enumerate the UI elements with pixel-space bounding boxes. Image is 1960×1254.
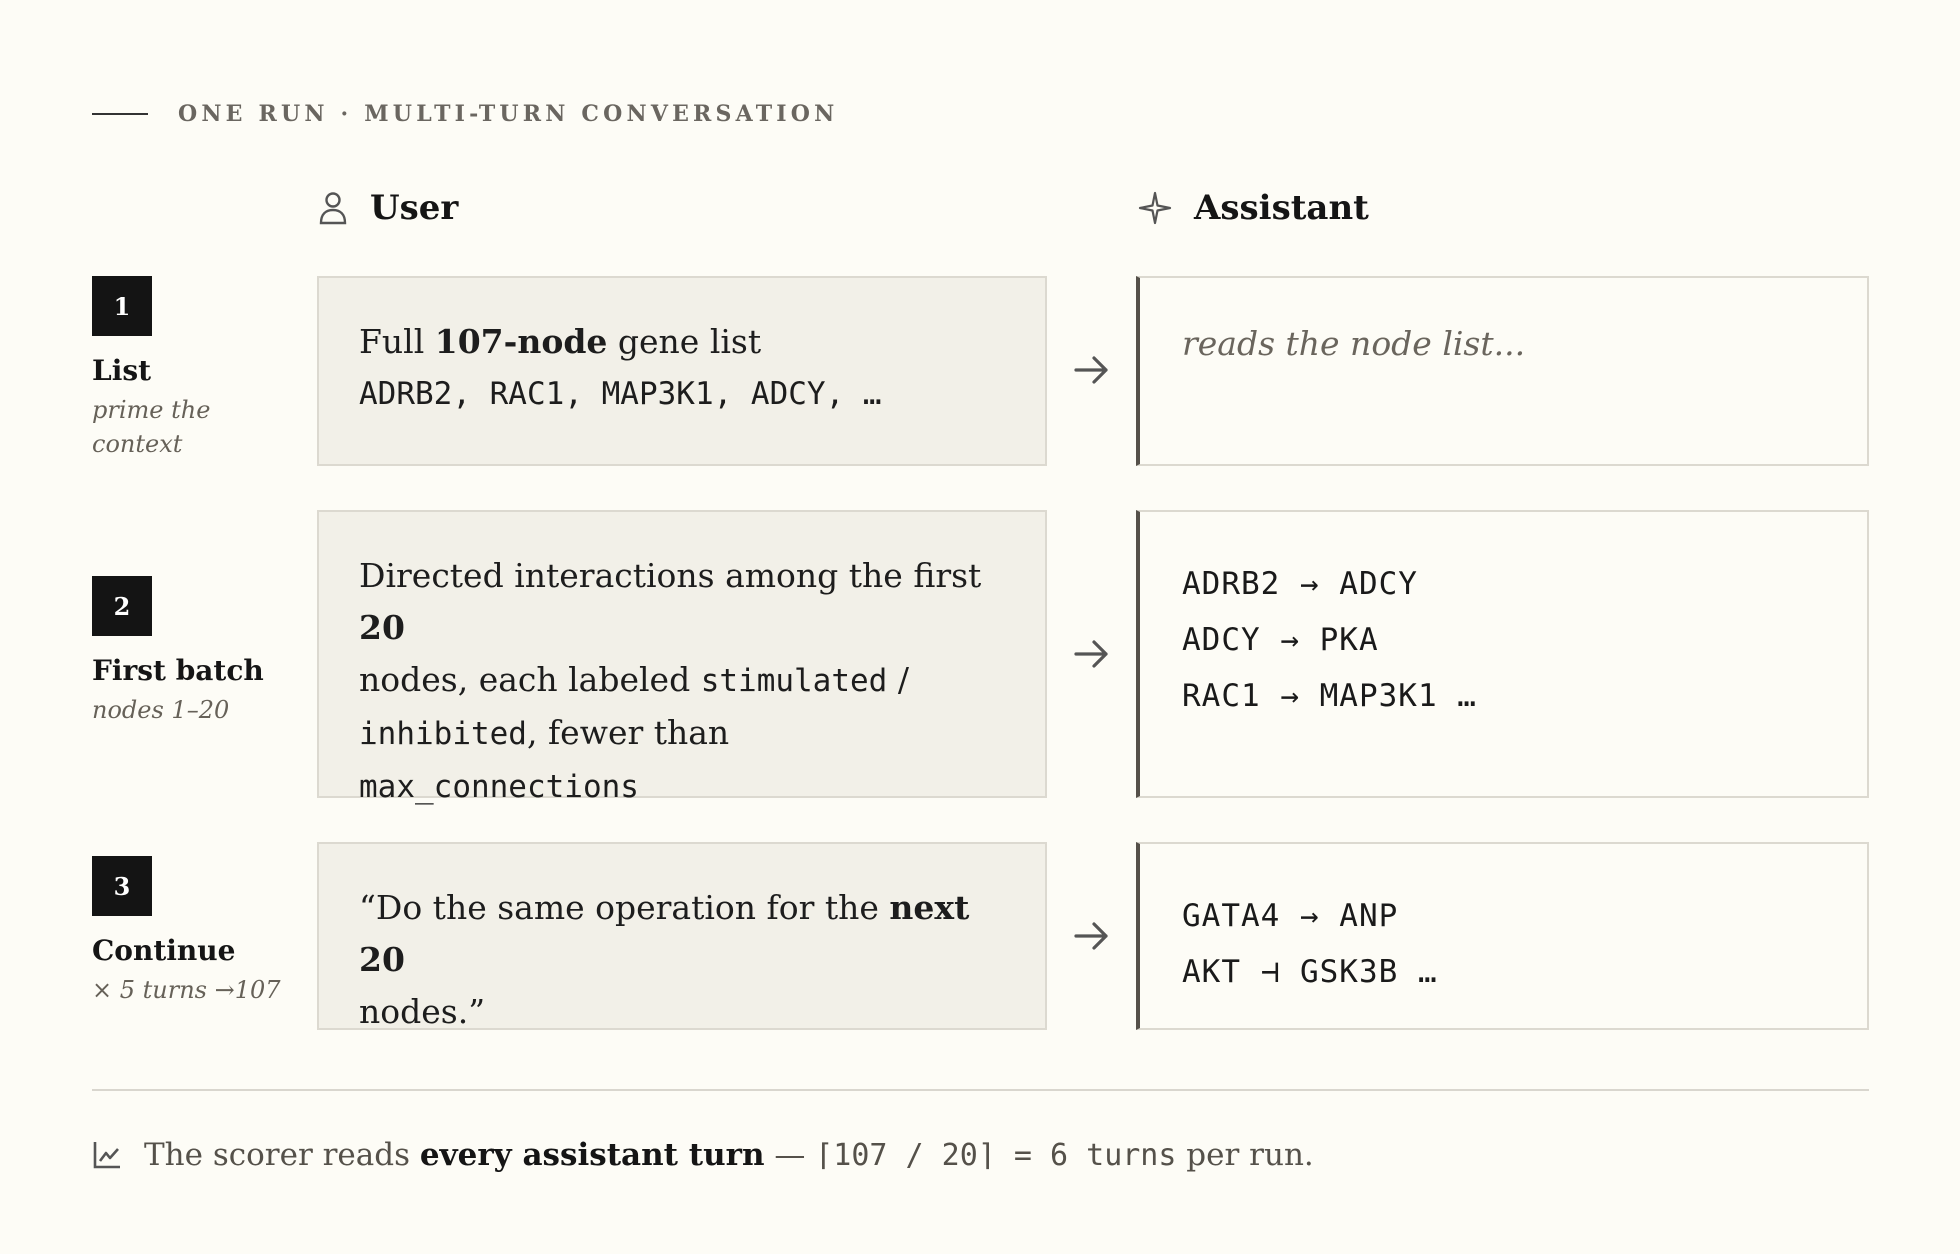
- interaction-line: RAC1 → MAP3K1 …: [1182, 678, 1477, 714]
- section-eyebrow: ONE RUN · MULTI-TURN CONVERSATION: [92, 99, 838, 129]
- assistant-column-label: Assistant: [1194, 188, 1369, 228]
- person-icon: [319, 192, 347, 225]
- footer-text: The scorer reads: [144, 1137, 420, 1173]
- assistant-note: reads the node list...: [1182, 324, 1526, 363]
- user-column-header: User: [318, 180, 458, 236]
- eyebrow-text: ONE RUN · MULTI-TURN CONVERSATION: [178, 101, 839, 127]
- step-3: 3 Continue × 5 turns →107: [92, 856, 292, 1007]
- bold-span: 20: [359, 608, 405, 647]
- code-span: max_connections: [359, 769, 639, 805]
- step-subtitle: × 5 turns →107: [92, 976, 281, 1004]
- step-number-badge: 1: [92, 276, 152, 336]
- code-span: inhibited: [359, 716, 527, 752]
- chart-line-icon: [93, 1142, 120, 1169]
- assistant-message-1: reads the node list...: [1136, 276, 1869, 466]
- user-message-2: Directed interactions among the first 20…: [317, 510, 1047, 805]
- arrow-right-icon: [1074, 922, 1108, 950]
- text-span: nodes, each labeled: [359, 660, 701, 699]
- step-subtitle: prime the context: [92, 396, 211, 458]
- user-message-text: Directed interactions among the first 20…: [359, 550, 1005, 813]
- step-title: List: [92, 354, 152, 387]
- step-1: 1 List prime the context: [92, 276, 292, 461]
- gene-list-code: ADRB2, RAC1, MAP3K1, ADCY, …: [359, 376, 882, 412]
- arrow-right-icon: [1074, 356, 1108, 384]
- bold-span: 107-node: [434, 322, 608, 361]
- user-message-1: Full 107-node gene list ADRB2, RAC1, MAP…: [317, 276, 1047, 466]
- step-number-badge: 2: [92, 576, 152, 636]
- step-title: Continue: [92, 934, 236, 967]
- interaction-line: ADRB2 → ADCY: [1182, 566, 1418, 602]
- step-2: 2 First batch nodes 1–20: [92, 576, 292, 727]
- footer-bold: every assistant turn: [419, 1137, 765, 1173]
- assistant-column-header: Assistant: [1138, 180, 1369, 236]
- arrow-right-icon: [1074, 640, 1108, 668]
- assistant-message-2: ADRB2 → ADCY ADCY → PKA RAC1 → MAP3K1 …: [1136, 510, 1869, 798]
- footer-text-end: per run.: [1176, 1137, 1314, 1173]
- step-number-badge: 3: [92, 856, 152, 916]
- sparkle-icon: [1138, 191, 1172, 225]
- user-message-text: Full 107-node gene list: [359, 316, 1005, 368]
- footer-dash: —: [764, 1137, 816, 1173]
- step-subtitle: nodes 1–20: [92, 696, 230, 724]
- text-span: Full: [359, 322, 435, 361]
- interaction-line: AKT ⊣ GSK3B …: [1182, 954, 1438, 990]
- user-column-label: User: [370, 188, 459, 228]
- assistant-message-3: GATA4 → ANP AKT ⊣ GSK3B …: [1136, 842, 1869, 1030]
- code-span: stimulated: [700, 663, 888, 699]
- user-message-text: “Do the same operation for the next 20 n…: [359, 882, 1005, 1038]
- interaction-line: GATA4 → ANP: [1182, 898, 1399, 934]
- text-span: /: [887, 660, 909, 699]
- footer-formula: ⌈107 / 20⌉ = 6 turns: [815, 1137, 1177, 1173]
- eyebrow-rule: [92, 113, 148, 115]
- text-span: Directed interactions among the first: [359, 556, 982, 595]
- text-span: gene list: [607, 322, 762, 361]
- footer-divider: [92, 1089, 1869, 1091]
- text-span: “Do the same operation for the: [359, 888, 890, 927]
- text-span: nodes.”: [359, 992, 486, 1031]
- interaction-line: ADCY → PKA: [1182, 622, 1379, 658]
- step-title: First batch: [92, 654, 264, 687]
- user-message-3: “Do the same operation for the next 20 n…: [317, 842, 1047, 1031]
- text-span: , fewer than: [526, 713, 730, 752]
- footer-note: The scorer reads every assistant turn — …: [92, 1130, 1314, 1180]
